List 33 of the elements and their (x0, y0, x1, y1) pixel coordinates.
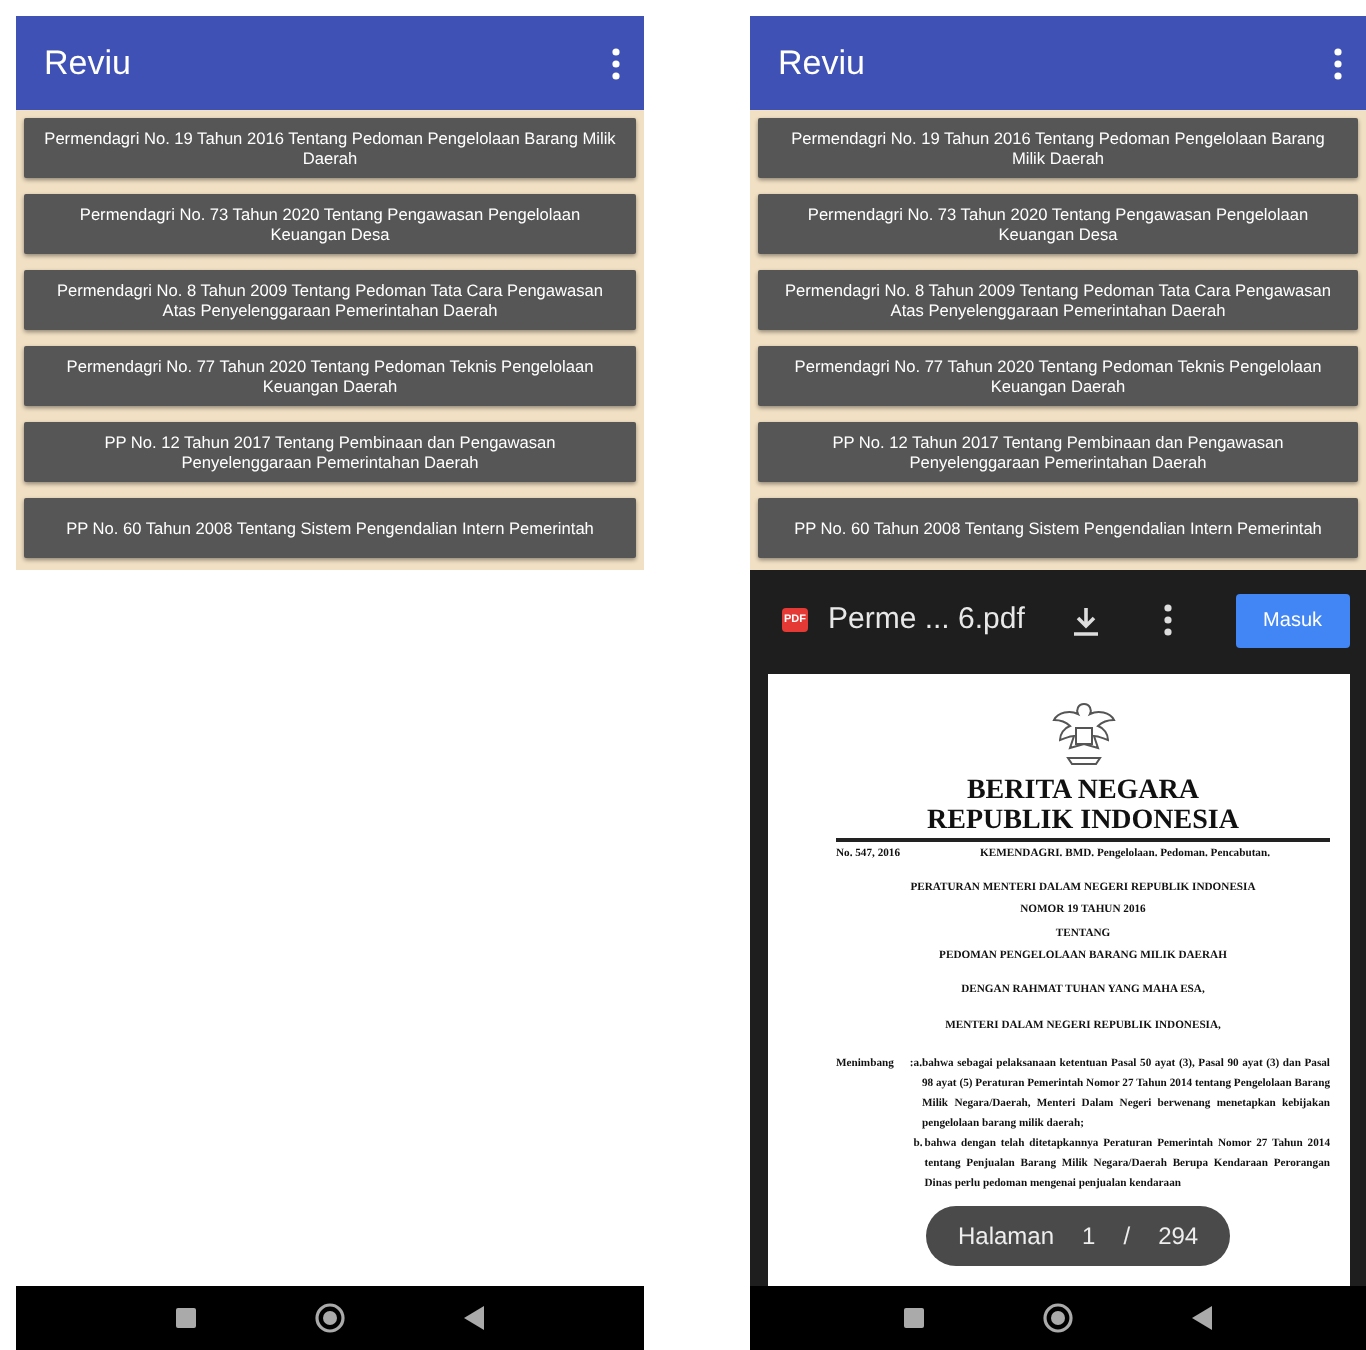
app-title: Reviu (778, 41, 865, 86)
download-icon[interactable] (1071, 605, 1100, 635)
regulation-button[interactable]: PP No. 60 Tahun 2008 Tentang Sistem Pengendalian Intern Pemerintah (24, 498, 636, 558)
page-separator: / (1123, 1220, 1131, 1254)
regulation-button[interactable]: Permendagri No. 8 Tahun 2009 Tentang Pedoman Tata Cara Pengawasan Atas Penyelenggaraan Pemerintahan Daerah (24, 270, 636, 330)
file-name: Perme ... 6.pdf (828, 599, 1027, 640)
more-options-icon[interactable] (1334, 47, 1342, 79)
page-total: 294 (1158, 1220, 1199, 1254)
regulation-button[interactable]: PP No. 60 Tahun 2008 Tentang Sistem Pengendalian Intern Pemerintah (758, 498, 1358, 558)
emblem-drawing (1049, 698, 1117, 770)
regulation-button[interactable]: Permendagri No. 8 Tahun 2009 Tentang Pedoman Tata Cara Pengawasan Atas Penyelenggaraan Pemerintahan Daerah (758, 270, 1358, 330)
regulation-button[interactable]: Permendagri No. 19 Tahun 2016 Tentang Pedoman Pengelolaan Barang Milik Daerah (24, 118, 636, 178)
more-options-icon[interactable] (612, 47, 620, 79)
regulation-button[interactable]: PP No. 12 Tahun 2017 Tentang Pembinaan dan Pengawasan Penyelenggaraan Pemerintahan Daerah (758, 422, 1358, 482)
back-icon[interactable] (1190, 1304, 1214, 1332)
regulation-button[interactable]: PP No. 12 Tahun 2017 Tentang Pembinaan dan Pengawasan Penyelenggaraan Pemerintahan Daerah (24, 422, 636, 482)
regulation-button[interactable]: Permendagri No. 73 Tahun 2020 Tentang Pengawasan Pengelolaan Keuangan Desa (758, 194, 1358, 254)
regulation-button[interactable]: Permendagri No. 77 Tahun 2020 Tentang Pedoman Teknis Pengelolaan Keuangan Daerah (758, 346, 1358, 406)
masthead-title: BERITA NEGARA (964, 778, 1202, 808)
regulation-button[interactable]: Permendagri No. 19 Tahun 2016 Tentang Pedoman Pengelolaan Barang Milik Daerah (758, 118, 1358, 178)
recent-apps-icon[interactable] (174, 1306, 198, 1330)
home-icon[interactable] (314, 1302, 346, 1334)
more-options-icon[interactable] (1163, 604, 1172, 636)
regulation-button[interactable]: Permendagri No. 77 Tahun 2020 Tentang Pedoman Teknis Pengelolaan Keuangan Daerah (24, 346, 636, 406)
back-icon[interactable] (462, 1304, 486, 1332)
masthead-title: REPUBLIK INDONESIA (925, 807, 1241, 837)
home-icon[interactable] (1042, 1302, 1074, 1334)
login-button[interactable]: Masuk (1235, 593, 1350, 647)
recent-apps-icon[interactable] (902, 1306, 926, 1330)
regulation-button[interactable]: Permendagri No. 73 Tahun 2020 Tentang Pengawasan Pengelolaan Keuangan Desa (24, 194, 636, 254)
app-title: Reviu (44, 41, 131, 86)
page-label: Halaman (958, 1220, 1055, 1254)
page-current: 1 (1082, 1220, 1096, 1254)
